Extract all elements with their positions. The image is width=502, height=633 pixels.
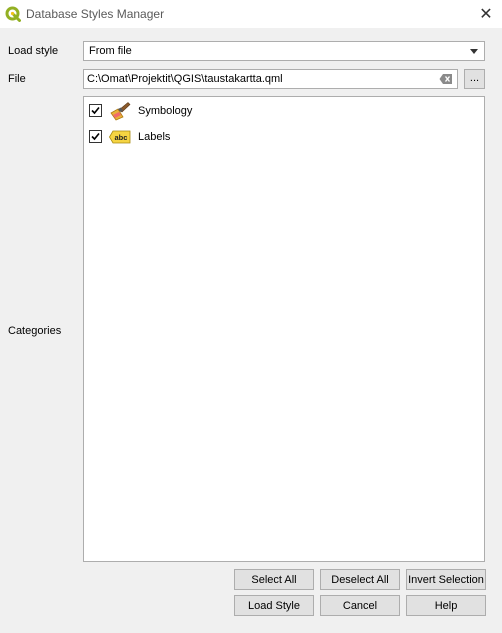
browse-button[interactable]: ...: [464, 69, 485, 89]
load-style-label: Load style: [8, 45, 59, 57]
close-button[interactable]: ✕: [470, 0, 502, 28]
invert-selection-button[interactable]: Invert Selection: [406, 569, 486, 590]
select-all-button[interactable]: Select All: [234, 569, 314, 590]
cancel-button[interactable]: Cancel: [320, 595, 400, 616]
chevron-down-icon: [470, 49, 478, 54]
paintbrush-icon: [110, 102, 131, 121]
labels-label: Labels: [138, 131, 171, 143]
list-item-symbology[interactable]: Symbology: [88, 100, 468, 122]
symbology-checkbox[interactable]: [89, 104, 102, 117]
svg-text:abc: abc: [115, 133, 128, 142]
qgis-logo-icon: [5, 6, 21, 22]
load-style-button[interactable]: Load Style: [234, 595, 314, 616]
categories-label: Categories: [8, 325, 62, 337]
window-title: Database Styles Manager: [26, 7, 165, 21]
load-style-value: From file: [89, 45, 132, 57]
checkmark-icon: [91, 106, 100, 115]
help-button[interactable]: Help: [406, 595, 486, 616]
title-bar: Database Styles Manager ✕: [0, 0, 502, 28]
deselect-all-button[interactable]: Deselect All: [320, 569, 400, 590]
checkmark-icon: [91, 132, 100, 141]
file-path-value: C:\Omat\Projektit\QGIS\taustakartta.qml: [87, 73, 283, 85]
file-path-input[interactable]: C:\Omat\Projektit\QGIS\taustakartta.qml: [83, 69, 458, 89]
close-icon: ✕: [479, 6, 493, 23]
file-label: File: [8, 73, 26, 85]
symbology-label: Symbology: [138, 105, 193, 117]
list-item-labels[interactable]: abc Labels: [88, 126, 468, 148]
load-style-select[interactable]: From file: [83, 41, 485, 61]
categories-list[interactable]: Symbology abc Labels: [83, 96, 485, 562]
labels-checkbox[interactable]: [89, 130, 102, 143]
abc-label-icon: abc: [109, 130, 131, 144]
clear-icon[interactable]: [439, 73, 453, 85]
